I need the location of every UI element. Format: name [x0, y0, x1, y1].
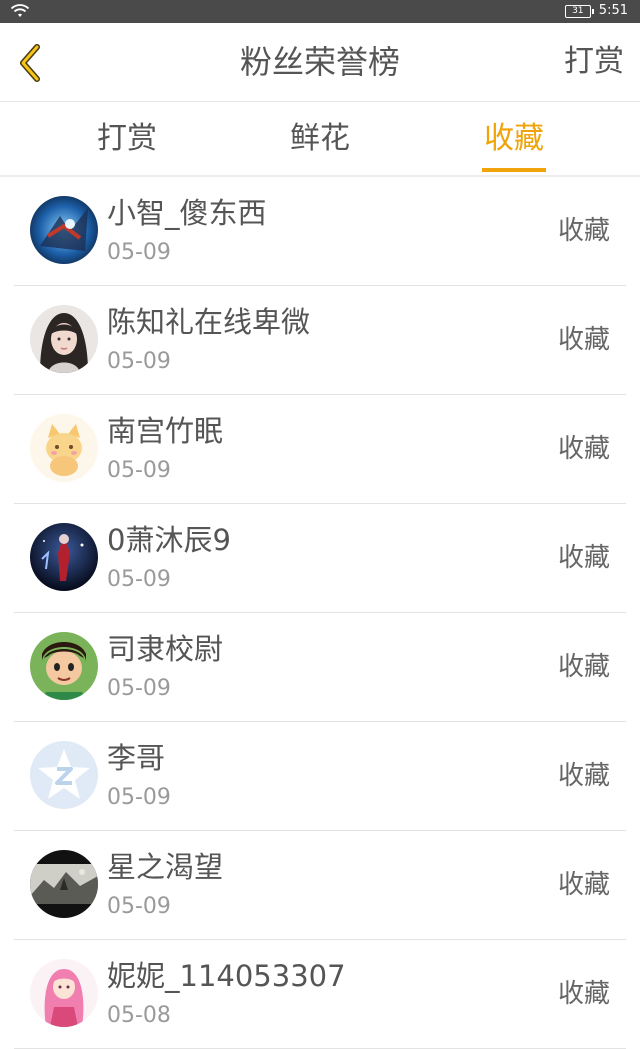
fan-action: 收藏: [557, 870, 610, 900]
avatar: [30, 850, 98, 918]
list-item[interactable]: 小智_傻东西 05-09 收藏: [14, 177, 626, 286]
fan-name: 小智_傻东西: [107, 196, 267, 230]
fan-date: 05-09: [107, 567, 171, 592]
page-title: 粉丝荣誉榜: [239, 43, 400, 81]
fan-date: 05-09: [107, 676, 171, 701]
fan-action: 收藏: [557, 325, 610, 355]
fan-date: 05-09: [107, 240, 171, 265]
fan-date: 05-09: [107, 894, 171, 919]
nav-bar: 粉丝荣誉榜 打赏: [0, 23, 640, 102]
fan-name: 南宫竹眠: [107, 414, 224, 448]
reward-button[interactable]: 打赏: [564, 23, 624, 101]
wifi-icon: [10, 4, 30, 17]
status-bar: 31 5:51: [0, 0, 640, 23]
fan-list: 小智_傻东西 05-09 收藏 陈知礼在线卑微 05-09 收藏 南宫竹眠 05…: [0, 177, 640, 1049]
fan-date: 05-08: [107, 1003, 171, 1028]
fan-name: 星之渴望: [107, 850, 224, 884]
fan-name: 司隶校尉: [107, 632, 224, 666]
list-item[interactable]: 星之渴望 05-09 收藏: [14, 831, 626, 940]
list-item[interactable]: 妮妮_114053307 05-08 收藏: [14, 940, 626, 1049]
avatar: [30, 523, 98, 591]
tab-reward[interactable]: 打赏: [67, 102, 187, 175]
avatar: [30, 632, 98, 700]
tab-collect[interactable]: 收藏: [454, 102, 574, 175]
active-tab-indicator: [482, 168, 546, 172]
avatar: [30, 741, 98, 809]
battery-icon: 31: [564, 4, 594, 18]
list-item[interactable]: 陈知礼在线卑微 05-09 收藏: [14, 286, 626, 395]
fan-action: 收藏: [557, 979, 610, 1009]
avatar: [30, 414, 98, 482]
fan-date: 05-09: [107, 458, 171, 483]
fan-action: 收藏: [557, 543, 610, 573]
list-item[interactable]: 0萧沐辰9 05-09 收藏: [14, 504, 626, 613]
list-item[interactable]: 南宫竹眠 05-09 收藏: [14, 395, 626, 504]
fan-name: 妮妮_114053307: [107, 959, 346, 993]
list-item[interactable]: 李哥 05-09 收藏: [14, 722, 626, 831]
fan-action: 收藏: [557, 761, 610, 791]
avatar: [30, 196, 98, 264]
fan-action: 收藏: [557, 434, 610, 464]
fan-action: 收藏: [557, 652, 610, 682]
list-item[interactable]: 司隶校尉 05-09 收藏: [14, 613, 626, 722]
status-time: 5:51: [598, 3, 628, 18]
fan-action: 收藏: [557, 216, 610, 246]
tab-flowers[interactable]: 鲜花: [260, 102, 380, 175]
fan-date: 05-09: [107, 349, 171, 374]
tab-label: 鲜花: [290, 121, 350, 156]
fan-name: 李哥: [107, 741, 166, 775]
fan-name: 陈知礼在线卑微: [107, 305, 311, 339]
back-button[interactable]: [8, 41, 52, 85]
chevron-left-icon: [20, 44, 40, 82]
fan-name: 0萧沐辰9: [107, 523, 231, 557]
fan-date: 05-09: [107, 785, 171, 810]
avatar: [30, 959, 98, 1027]
avatar: [30, 305, 98, 373]
tab-bar: 打赏 鲜花 收藏: [0, 102, 640, 177]
tab-label: 收藏: [484, 121, 544, 156]
tab-label: 打赏: [97, 121, 157, 156]
